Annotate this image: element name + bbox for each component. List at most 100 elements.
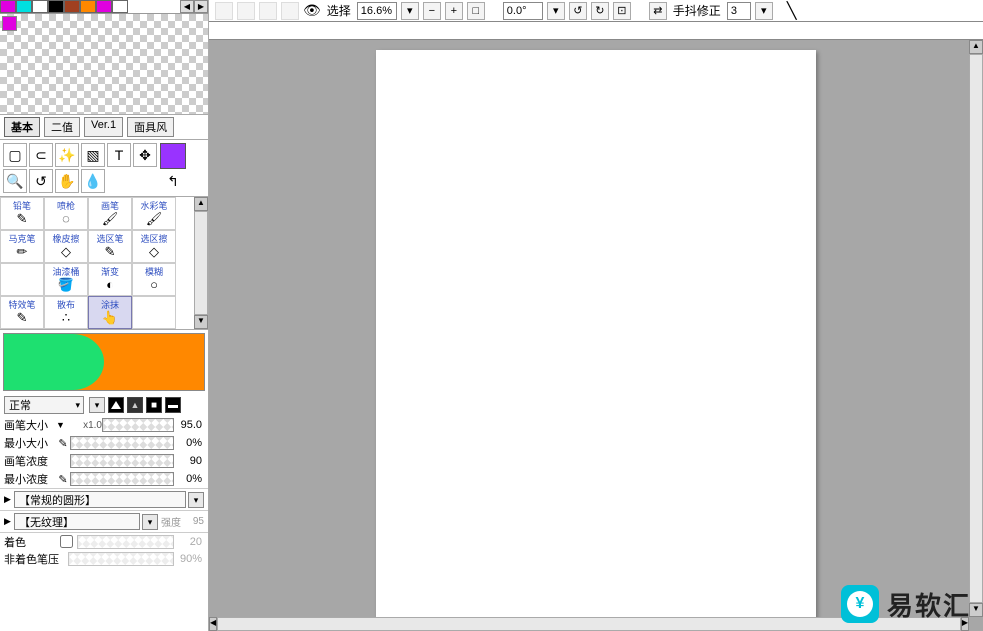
- palette-swatch[interactable]: [112, 0, 128, 13]
- texture-dropdown[interactable]: 【无纹理】: [14, 513, 140, 530]
- expand-icon[interactable]: ▶: [4, 494, 14, 505]
- brush-shape-button[interactable]: ▾: [188, 492, 204, 508]
- scroll-down-icon[interactable]: ▼: [969, 603, 983, 617]
- brush-preset[interactable]: 橡皮擦◇: [44, 230, 88, 263]
- brush-preset[interactable]: [132, 296, 176, 329]
- min-density-slider[interactable]: [70, 472, 174, 486]
- lasso-icon[interactable]: ⊂: [29, 143, 53, 167]
- brush-preset[interactable]: 涂抹👆: [88, 296, 132, 329]
- brush-tip-soft-icon[interactable]: [108, 397, 124, 413]
- scroll-down-icon[interactable]: ▼: [194, 315, 208, 329]
- zoom-out-button[interactable]: −: [423, 2, 441, 20]
- pressure-icon[interactable]: ✎: [56, 473, 70, 486]
- brush-preset[interactable]: 渐变◐: [88, 263, 132, 296]
- pressure-icon[interactable]: ✎: [56, 437, 70, 450]
- scroll-left-icon[interactable]: ◀: [209, 617, 217, 631]
- density-slider[interactable]: [70, 454, 174, 468]
- palette-swatch[interactable]: [16, 0, 32, 13]
- palette-swatch[interactable]: [64, 0, 80, 13]
- brush-preset[interactable]: 散布∴: [44, 296, 88, 329]
- rotate-cw-button[interactable]: ↻: [591, 2, 609, 20]
- zoom-fit-button[interactable]: □: [467, 2, 485, 20]
- expand-icon[interactable]: ▶: [4, 516, 14, 527]
- palette-next-button[interactable]: ▶: [194, 0, 208, 13]
- flip-horizontal-button[interactable]: ⇄: [649, 2, 667, 20]
- palette-swatch[interactable]: [48, 0, 64, 13]
- brush-preset[interactable]: 模糊○: [132, 263, 176, 296]
- brush-preset[interactable]: 油漆桶🪣: [44, 263, 88, 296]
- scroll-track[interactable]: [194, 211, 208, 315]
- foreground-color-swatch[interactable]: [160, 143, 186, 169]
- expand-icon[interactable]: ▼: [56, 420, 68, 430]
- vertical-scrollbar[interactable]: ▲ ▼: [969, 40, 983, 617]
- move-icon[interactable]: ✥: [133, 143, 157, 167]
- tab-mask[interactable]: 面具风: [127, 117, 174, 137]
- palette-prev-button[interactable]: ◀: [180, 0, 194, 13]
- palette-grid[interactable]: [0, 14, 208, 114]
- brush-tip-medium-icon[interactable]: [127, 397, 143, 413]
- brush-size-value[interactable]: 95.0: [174, 419, 204, 431]
- toolbar-button[interactable]: [215, 2, 233, 20]
- density-value[interactable]: 90: [174, 455, 204, 467]
- toolbar-button[interactable]: [281, 2, 299, 20]
- hand-icon[interactable]: ✋: [55, 169, 79, 193]
- blend-mode-dropdown[interactable]: 正常: [4, 396, 84, 414]
- brush-preset[interactable]: 水彩笔🖌: [132, 197, 176, 230]
- zoom-icon[interactable]: 🔍: [3, 169, 27, 193]
- coloring-checkbox[interactable]: [60, 535, 73, 548]
- brush-preset[interactable]: 铅笔✎: [0, 197, 44, 230]
- line-tool-icon[interactable]: ╲: [787, 1, 797, 21]
- palette-swatch[interactable]: [96, 0, 112, 13]
- brush-preset[interactable]: 马克笔✏: [0, 230, 44, 263]
- toolbar-button[interactable]: [259, 2, 277, 20]
- min-size-value[interactable]: 0%: [174, 437, 204, 449]
- palette-swatch[interactable]: [0, 0, 16, 13]
- tab-basic[interactable]: 基本: [4, 117, 40, 137]
- rotate-icon[interactable]: ↺: [29, 169, 53, 193]
- blend-dropdown-button[interactable]: ▾: [89, 397, 105, 413]
- brush-preset[interactable]: 特效笔✎: [0, 296, 44, 329]
- brush-preset[interactable]: 选区擦◇: [132, 230, 176, 263]
- swap-colors-icon[interactable]: ↰: [165, 171, 181, 192]
- palette-current-swatch[interactable]: [2, 16, 17, 31]
- eyedropper-icon[interactable]: 💧: [81, 169, 105, 193]
- brush-preset[interactable]: 选区笔✎: [88, 230, 132, 263]
- tab-binary[interactable]: 二值: [44, 117, 80, 137]
- brush-tip-hard-icon[interactable]: ■: [146, 397, 162, 413]
- scroll-up-icon[interactable]: ▲: [969, 40, 983, 54]
- coloring-slider[interactable]: [77, 535, 174, 549]
- rotation-input[interactable]: 0.0°: [503, 2, 543, 20]
- scroll-up-icon[interactable]: ▲: [194, 197, 208, 211]
- brush-preset[interactable]: 画笔🖌: [88, 197, 132, 230]
- tab-ver1[interactable]: Ver.1: [84, 117, 123, 137]
- brush-preset[interactable]: 喷枪◌: [44, 197, 88, 230]
- canvas[interactable]: [376, 50, 816, 631]
- non-coloring-slider[interactable]: [68, 552, 174, 566]
- brush-preset[interactable]: [0, 263, 44, 296]
- min-size-slider[interactable]: [70, 436, 174, 450]
- text-icon[interactable]: T: [107, 143, 131, 167]
- rect-select-icon[interactable]: ▢: [3, 143, 27, 167]
- zoom-input[interactable]: 16.6%: [357, 2, 397, 20]
- brush-size-slider[interactable]: [102, 418, 174, 432]
- zoom-in-button[interactable]: +: [445, 2, 463, 20]
- scroll-track[interactable]: [969, 54, 983, 603]
- min-density-value[interactable]: 0%: [174, 473, 204, 485]
- canvas-area[interactable]: ▲ ▼ ◀ ▶: [209, 40, 983, 631]
- stabilizer-input[interactable]: 3: [727, 2, 751, 20]
- texture-button[interactable]: ▾: [142, 514, 158, 530]
- shape-icon[interactable]: ▧: [81, 143, 105, 167]
- brush-shape-dropdown[interactable]: 【常规的圆形】: [14, 491, 186, 508]
- stabilizer-dropdown-button[interactable]: ▾: [755, 2, 773, 20]
- palette-swatch[interactable]: [32, 0, 48, 13]
- toolbar-button[interactable]: [237, 2, 255, 20]
- zoom-dropdown-button[interactable]: ▾: [401, 2, 419, 20]
- palette-swatch[interactable]: [80, 0, 96, 13]
- brush-tip-flat-icon[interactable]: ▬: [165, 397, 181, 413]
- rotation-dropdown-button[interactable]: ▾: [547, 2, 565, 20]
- min-size-row: 最小大小 ✎ 0%: [0, 434, 208, 452]
- brush-scrollbar[interactable]: ▲ ▼: [194, 197, 208, 329]
- wand-icon[interactable]: ✨: [55, 143, 79, 167]
- rotate-ccw-button[interactable]: ↺: [569, 2, 587, 20]
- rotate-reset-button[interactable]: ⊡: [613, 2, 631, 20]
